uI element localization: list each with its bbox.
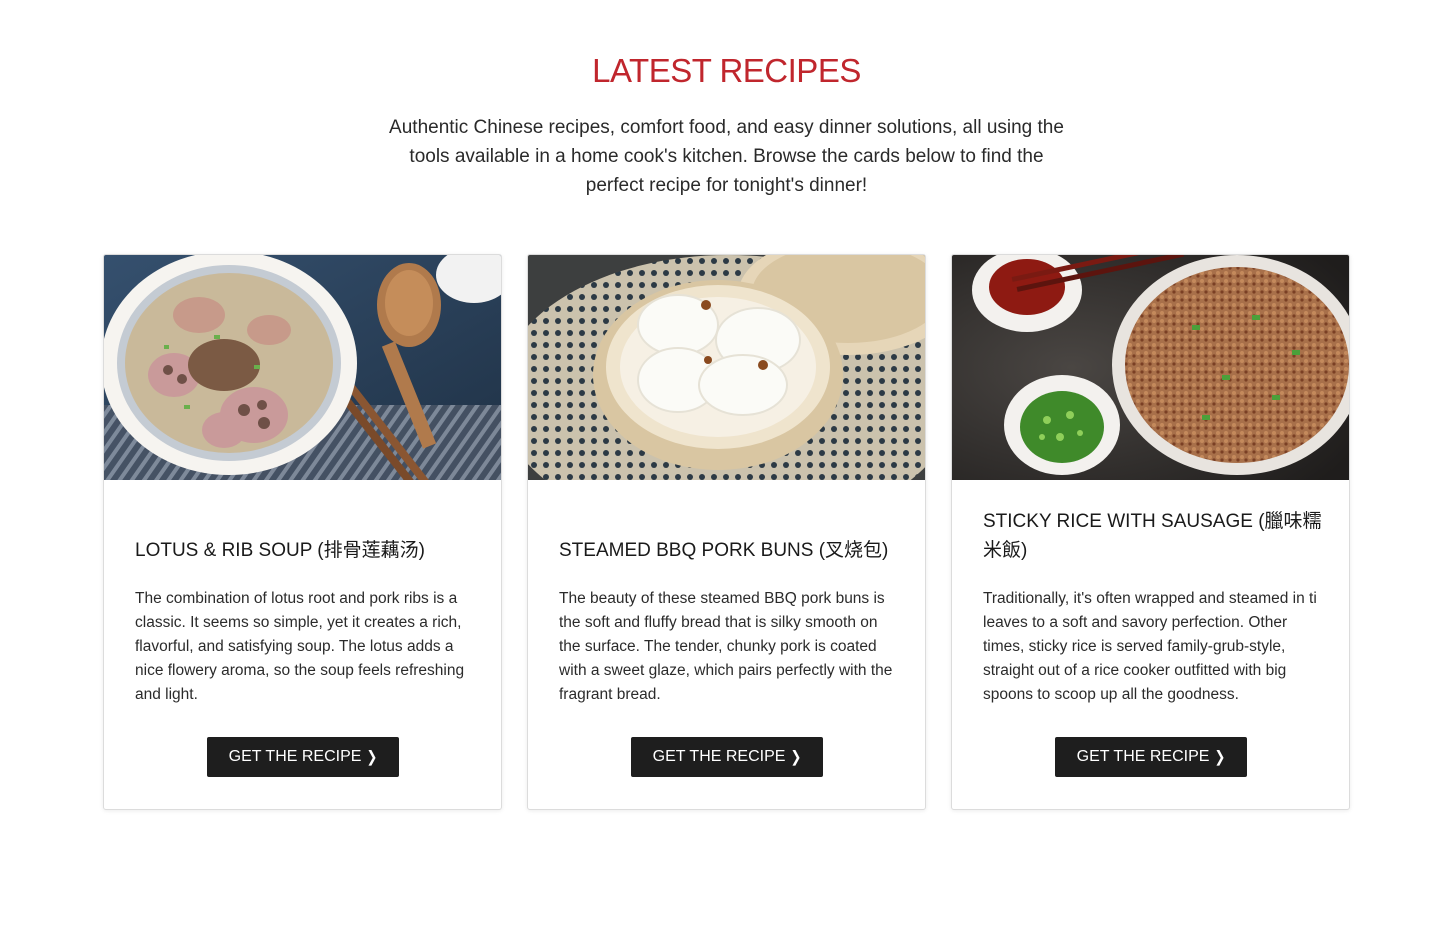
sticky-rice-sausage-photo[interactable]	[952, 255, 1349, 480]
chevron-right-icon: ❯	[366, 747, 378, 766]
latest-recipes-section: LATEST RECIPES Authentic Chinese recipes…	[0, 0, 1453, 942]
chevron-right-icon: ❯	[790, 747, 802, 766]
button-label: GET THE RECIPE	[228, 748, 362, 765]
get-the-recipe-button[interactable]: GET THE RECIPE ❯	[1055, 737, 1247, 777]
lotus-rib-soup-photo[interactable]	[104, 255, 501, 480]
recipe-title[interactable]: STEAMED BBQ PORK BUNS (叉烧包)	[559, 536, 901, 565]
get-the-recipe-button[interactable]: GET THE RECIPE ❯	[207, 737, 399, 777]
recipe-title[interactable]: LOTUS & RIB SOUP (排骨莲藕汤)	[135, 536, 477, 565]
recipe-card-bbq-pork-buns: STEAMED BBQ PORK BUNS (叉烧包) The beauty o…	[527, 254, 926, 810]
recipe-description: The beauty of these steamed BBQ pork bun…	[559, 590, 893, 703]
section-intro: Authentic Chinese recipes, comfort food,…	[389, 117, 1064, 196]
section-title: LATEST RECIPES	[592, 52, 861, 89]
get-the-recipe-button[interactable]: GET THE RECIPE ❯	[631, 737, 823, 777]
button-label: GET THE RECIPE	[1076, 748, 1210, 765]
recipe-description: Traditionally, it's often wrapped and st…	[983, 590, 1317, 703]
recipe-card-sticky-rice-sausage: STICKY RICE WITH SAUSAGE (臘味糯米飯) Traditi…	[951, 254, 1350, 810]
button-label: GET THE RECIPE	[652, 748, 786, 765]
recipe-card-lotus-rib-soup: LOTUS & RIB SOUP (排骨莲藕汤) The combination…	[103, 254, 502, 810]
recipe-description: The combination of lotus root and pork r…	[135, 590, 465, 703]
chevron-right-icon: ❯	[1214, 747, 1226, 766]
bbq-pork-buns-photo[interactable]	[528, 255, 925, 480]
recipe-card-grid: LOTUS & RIB SOUP (排骨莲藕汤) The combination…	[103, 254, 1351, 810]
recipe-title[interactable]: STICKY RICE WITH SAUSAGE (臘味糯米飯)	[983, 507, 1325, 565]
